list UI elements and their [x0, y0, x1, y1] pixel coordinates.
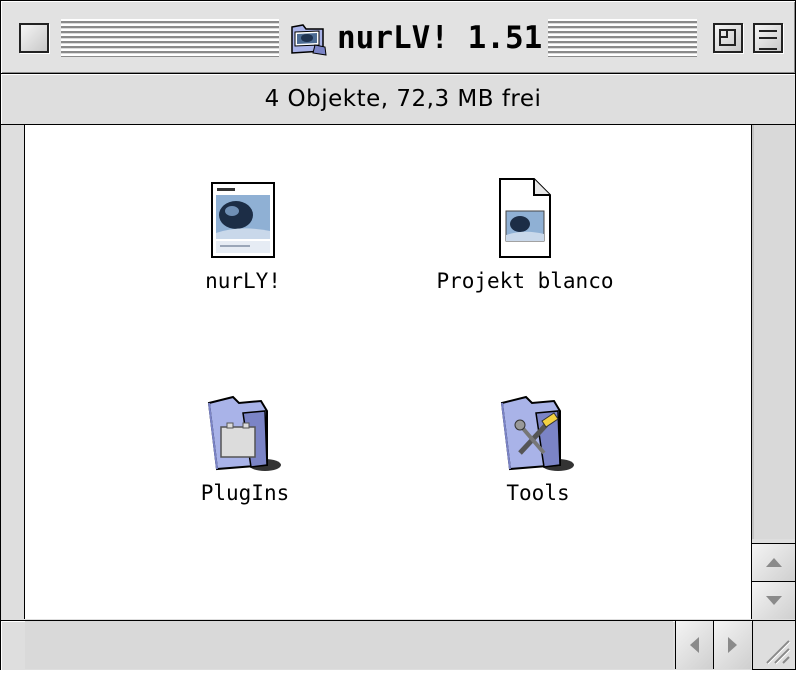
icon-item-projekt-blanco[interactable]: Projekt blanco [410, 177, 640, 293]
left-frame [1, 125, 25, 619]
arrow-right-icon [728, 637, 737, 653]
vertical-scroll-track[interactable] [752, 125, 795, 539]
arrow-up-icon [765, 558, 782, 567]
horizontal-scroll-track[interactable] [25, 621, 673, 669]
item-count-free-space: 4 Objekte, 72,3 MB frei [264, 86, 542, 112]
document-icon [499, 178, 551, 258]
icon-label[interactable]: PlugIns [198, 481, 292, 505]
icon-label[interactable]: nurLY! [203, 269, 283, 293]
application-icon [211, 182, 275, 258]
horizontal-scrollbar[interactable] [1, 620, 752, 670]
plugins-folder-icon [207, 395, 281, 471]
window-title-group: nurLV! 1.51 [283, 15, 549, 61]
close-box-button[interactable] [19, 23, 49, 53]
finder-window: nurLV! 1.51 4 Objekte, 72,3 MB frei nurL… [0, 0, 796, 670]
scroll-up-button[interactable] [752, 543, 795, 581]
folder-icon [291, 24, 327, 56]
title-bar-stripes-left [61, 19, 279, 57]
arrow-left-icon [690, 637, 699, 653]
scroll-down-button[interactable] [752, 581, 795, 619]
icon-item-tools[interactable]: Tools [423, 393, 653, 505]
title-bar[interactable]: nurLV! 1.51 [1, 1, 795, 74]
scroll-right-button[interactable] [713, 621, 751, 669]
scroll-left-button[interactable] [675, 621, 713, 669]
icon-item-nurly[interactable]: nurLY! [128, 181, 358, 293]
icon-label[interactable]: Tools [504, 481, 572, 505]
arrow-down-icon [765, 596, 782, 605]
icon-view-area[interactable]: nurLY! Projekt blanco PlugIns Tools [25, 125, 752, 619]
icon-label[interactable]: Projekt blanco [434, 269, 616, 293]
info-bar: 4 Objekte, 72,3 MB frei [1, 74, 795, 125]
resize-grip-icon [766, 640, 791, 665]
tools-folder-icon [500, 395, 574, 471]
icon-item-plugins[interactable]: PlugIns [130, 393, 360, 505]
title-bar-stripes-right [541, 19, 697, 57]
zoom-box-button[interactable] [713, 23, 743, 53]
window-title: nurLV! 1.51 [337, 20, 543, 56]
vertical-scrollbar[interactable] [752, 125, 795, 619]
resize-grow-box[interactable] [752, 620, 795, 669]
collapse-box-button[interactable] [753, 23, 783, 53]
